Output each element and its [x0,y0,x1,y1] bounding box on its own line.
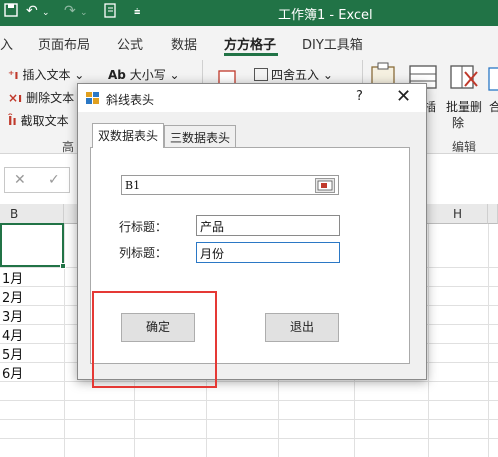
app-icon [86,92,99,104]
tab-fangfangegezi[interactable]: 方方格子 [224,34,276,53]
redo-icon[interactable]: ↷ [64,3,76,19]
exit-button[interactable]: 退出 [265,313,339,342]
selected-cell-b1[interactable] [0,223,64,267]
grid-line [0,381,498,382]
touch-mode-icon[interactable] [104,3,118,23]
tab-data[interactable]: 数据 [171,34,197,53]
ribbon-tabs: 入 页面布局 公式 数据 方方格子 DIY工具箱 [0,26,498,56]
row-title-label: 行标题： [119,220,168,234]
round-icon [254,68,268,81]
column-title-input[interactable]: 月份 [196,242,340,263]
cell-b5[interactable]: 4月 [2,325,23,344]
batch-delete-icon[interactable] [449,62,479,95]
merge-icon[interactable] [488,64,498,95]
tab-diy-toolbox[interactable]: DIY工具箱 [302,34,363,53]
cell-b6[interactable]: 5月 [2,344,23,363]
cell-reference-input[interactable]: B1 [121,175,339,195]
enter-icon[interactable]: ✓ [48,172,60,188]
tab-double-header[interactable]: 双数据表头 [92,123,165,148]
case-button[interactable]: Ab 大小写 ⌄ [108,66,180,83]
cell-b7[interactable]: 6月 [2,363,23,382]
group-label-left: 高 [62,140,75,154]
grid-line [428,224,429,457]
extract-text-icon: Îı [8,114,17,128]
help-icon[interactable]: ? [356,89,363,104]
grid-line [0,400,498,401]
batch-delete-label[interactable]: 批量删 [446,98,482,115]
merge-label[interactable]: 合 [489,98,498,115]
window-title: 工作簿1 - Excel [278,8,373,23]
insert-text-icon: ⁺ı [8,68,19,82]
close-icon[interactable]: ✕ [396,86,411,107]
case-icon: Ab [108,68,126,82]
undo-dropdown-icon[interactable]: ⌄ [42,8,50,18]
grid-line [0,419,498,420]
column-header-h[interactable]: H [428,204,488,224]
undo-icon[interactable]: ↶ [26,3,38,19]
delete-text-button[interactable]: ×ı 删除文本 [8,89,74,106]
range-select-icon[interactable] [315,178,335,193]
customize-qat-icon[interactable]: ⩧ [134,5,140,19]
group-label-edit: 编辑 [452,140,477,154]
save-icon[interactable] [4,3,18,21]
tab-formulas[interactable]: 公式 [117,34,143,53]
cell-b4[interactable]: 3月 [2,306,23,325]
annotation-highlight-box [92,291,217,388]
insert-text-button[interactable]: ⁺ı 插入文本 ⌄ [8,66,84,83]
row-title-input[interactable]: 产品 [196,215,340,236]
cell-b3[interactable]: 2月 [2,287,23,306]
round-button[interactable]: 四舍五入 ⌄ [254,66,333,83]
tab-insert[interactable]: 入 [0,34,13,53]
grid-line [0,438,498,439]
batch-delete-label-2[interactable]: 除 [452,114,464,131]
cancel-icon[interactable]: ✕ [14,172,26,188]
fill-handle[interactable] [60,263,66,269]
tab-page-layout[interactable]: 页面布局 [38,34,90,53]
grid-line [64,224,65,457]
dialog-title: 斜线表头 [106,93,155,107]
redo-dropdown-icon[interactable]: ⌄ [80,8,88,18]
column-header-b[interactable]: B [0,204,64,224]
title-bar: ↶ ⌄ ↷ ⌄ ⩧ 工作簿1 - Excel [0,0,498,26]
cell-b2[interactable]: 1月 [2,268,23,287]
column-title-label: 列标题： [119,246,168,260]
extract-text-button[interactable]: Îı 截取文本 [8,112,69,129]
column-header-i[interactable] [488,204,498,224]
dialog-titlebar[interactable]: 斜线表头 ? ✕ [78,84,426,112]
tab-triple-header[interactable]: 三数据表头 [164,125,237,147]
grid-line [488,224,489,457]
delete-text-icon: ×ı [8,91,23,105]
